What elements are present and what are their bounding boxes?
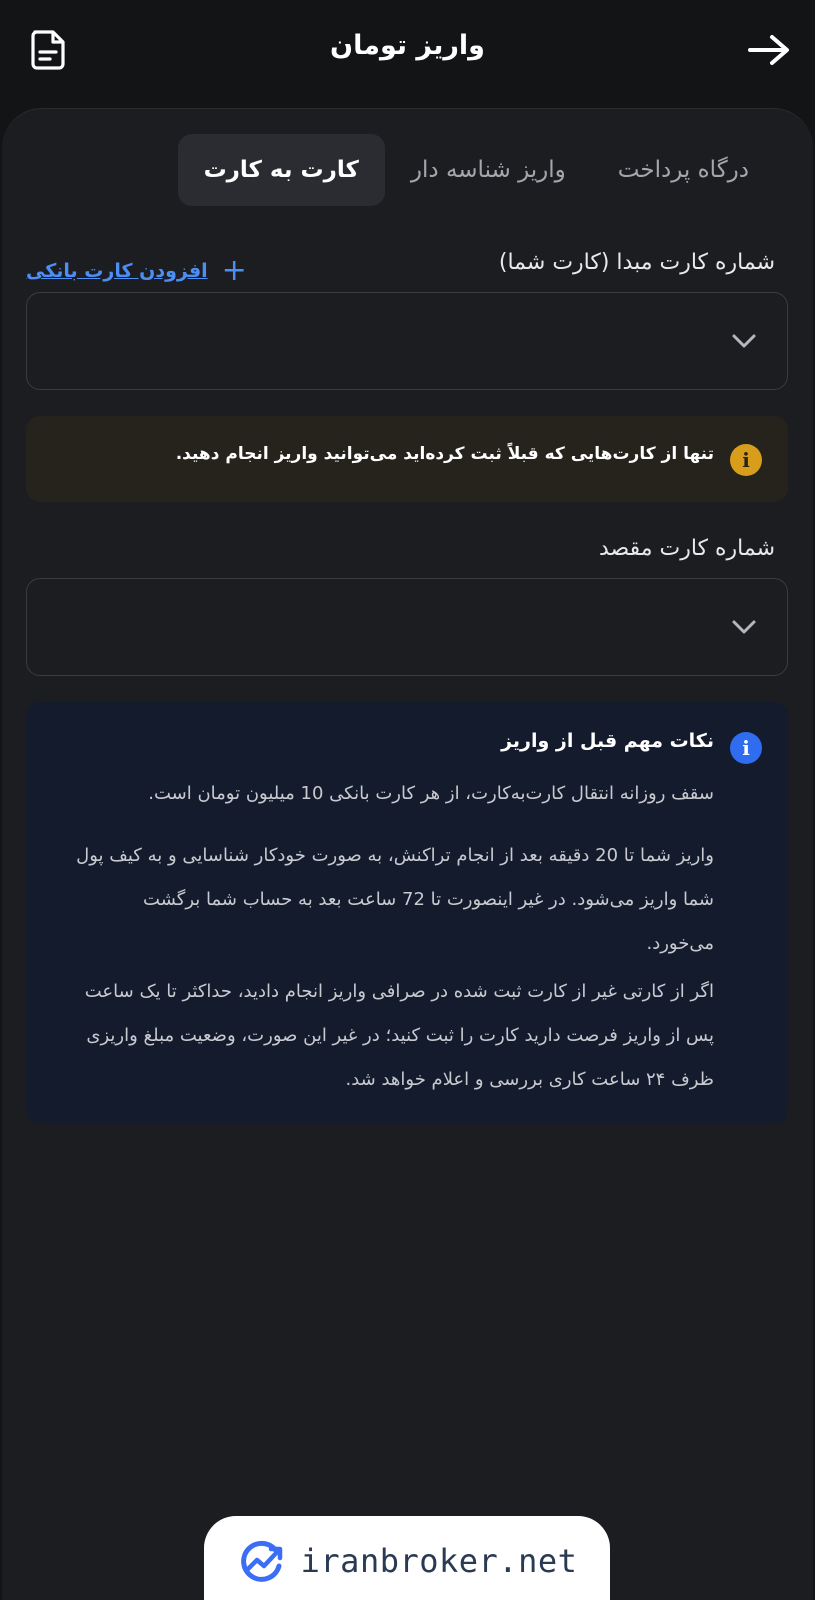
watermark-bar: iranbroker.net — [204, 1516, 610, 1600]
note-item: سقف روزانه انتقال کارت‌به‌کارت، از هر کا… — [148, 783, 714, 804]
add-bank-card-link[interactable]: افزودن کارت بانکی + — [26, 256, 247, 286]
source-card-label: شماره کارت مبدا (کارت شما) — [498, 250, 775, 275]
arrow-right-icon — [748, 35, 789, 65]
destination-card-label: شماره کارت مقصد — [598, 536, 775, 561]
watermark-text: iranbroker.net — [300, 1542, 578, 1580]
note-item: اگر از کارتی غیر از کارت ثبت شده در صراف… — [84, 981, 714, 1090]
deposit-method-tabs: درگاه پرداخت واریز شناسه دار کارت به کار… — [177, 134, 775, 206]
important-notes-box: i نکات مهم قبل از واریز سقف روزانه انتقا… — [26, 702, 788, 1124]
plus-icon: + — [221, 253, 247, 288]
notes-title: نکات مهم قبل از واریز — [501, 730, 714, 752]
note-item: واریز شما تا 20 دقیقه بعد از انجام تراکن… — [76, 845, 714, 954]
info-icon: i — [730, 732, 762, 764]
iranbroker-logo-icon — [240, 1540, 282, 1582]
tab-card-to-card[interactable]: کارت به کارت — [177, 134, 385, 206]
source-card-select[interactable] — [26, 292, 788, 390]
warning-text: تنها از کارت‌هایی که قبلاً ثبت کرده‌اید … — [175, 444, 714, 464]
add-bank-card-label: افزودن کارت بانکی — [26, 260, 208, 282]
tab-payment-gateway[interactable]: درگاه پرداخت — [592, 134, 775, 206]
info-icon: i — [730, 444, 762, 476]
page-title: واریز تومان — [330, 30, 485, 61]
warning-banner: i تنها از کارت‌هایی که قبلاً ثبت کرده‌ای… — [26, 416, 788, 502]
top-bar: واریز تومان — [0, 0, 815, 100]
tab-deposit-id[interactable]: واریز شناسه دار — [385, 134, 592, 206]
back-button[interactable] — [745, 28, 793, 72]
chevron-down-icon — [732, 334, 756, 348]
chevron-down-icon — [732, 620, 756, 634]
destination-card-select[interactable] — [26, 578, 788, 676]
